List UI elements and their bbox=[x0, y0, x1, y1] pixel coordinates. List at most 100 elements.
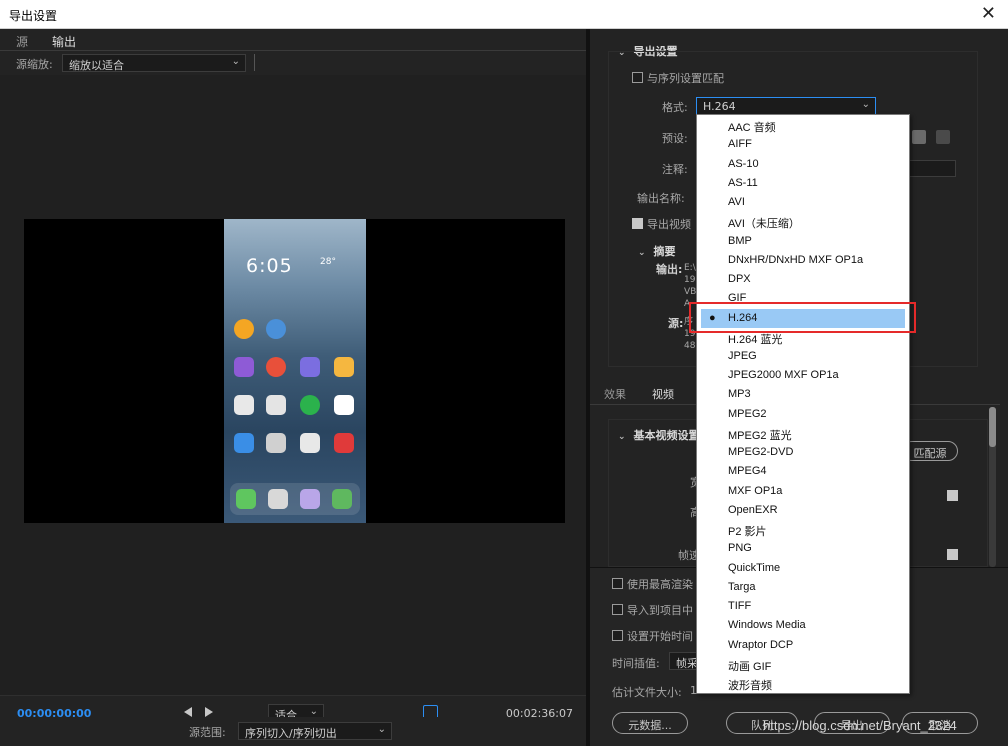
app-icon bbox=[266, 395, 286, 415]
delete-preset-icon[interactable] bbox=[936, 130, 950, 144]
frame-rate-checkbox[interactable] bbox=[947, 549, 958, 560]
time-interpolation-value: 帧采 bbox=[676, 657, 698, 670]
tab-effects[interactable]: 效果 bbox=[604, 386, 626, 402]
menu-item-openexr[interactable]: OpenEXR bbox=[698, 501, 908, 520]
app-icon bbox=[234, 319, 254, 339]
basic-video-header[interactable]: ⌄ 基本视频设置 bbox=[618, 427, 700, 443]
match-sequence-checkbox[interactable]: 与序列设置匹配 bbox=[632, 70, 724, 86]
close-icon[interactable]: ✕ bbox=[981, 3, 996, 24]
app-icon bbox=[234, 357, 254, 377]
menu-item-wraptor-dcp[interactable]: Wraptor DCP bbox=[698, 636, 908, 655]
app-icon bbox=[234, 433, 254, 453]
phone-screenshot-image: 6:05 28° bbox=[224, 219, 366, 523]
menu-item-as10[interactable]: AS-10 bbox=[698, 155, 908, 174]
menu-item-waveform-audio[interactable]: 波形音频 bbox=[698, 674, 908, 693]
source-scale-row: 源缩放: 缩放以适合 ⌄ bbox=[0, 51, 586, 75]
menu-item-jpeg2000[interactable]: JPEG2000 MXF OP1a bbox=[698, 366, 908, 385]
window-title: 导出设置 bbox=[9, 9, 58, 23]
menu-item-tiff[interactable]: TIFF bbox=[698, 597, 908, 616]
menu-item-mpeg2-dvd[interactable]: MPEG2-DVD bbox=[698, 443, 908, 462]
preset-label: 预设: bbox=[662, 132, 688, 145]
tab-video[interactable]: 视频 bbox=[652, 386, 674, 402]
menu-item-as11[interactable]: AS-11 bbox=[698, 174, 908, 193]
menu-item-animated-gif[interactable]: 动画 GIF bbox=[698, 655, 908, 674]
set-out-point-icon[interactable] bbox=[205, 707, 213, 717]
format-dropdown[interactable]: H.264 ⌄ bbox=[696, 97, 876, 115]
collapse-triangle-icon: ⌄ bbox=[638, 248, 646, 258]
menu-item-avi[interactable]: AVI bbox=[698, 193, 908, 212]
menu-item-dpx[interactable]: DPX bbox=[698, 270, 908, 289]
import-preset-icon[interactable] bbox=[912, 130, 926, 144]
summary-source-label: 源: bbox=[668, 317, 684, 330]
checkbox-checked[interactable] bbox=[632, 218, 643, 229]
preview-tabs: 源 输出 bbox=[0, 29, 586, 55]
phone-temperature: 28° bbox=[320, 257, 336, 267]
summary-header[interactable]: ⌄ 摘要 bbox=[638, 243, 676, 259]
menu-item-mpeg4[interactable]: MPEG4 bbox=[698, 462, 908, 481]
scrollbar[interactable] bbox=[989, 407, 996, 567]
menu-item-mpeg2[interactable]: MPEG2 bbox=[698, 405, 908, 424]
menu-item-windows-media[interactable]: Windows Media bbox=[698, 616, 908, 635]
summary-output-label: 输出: bbox=[656, 263, 683, 276]
match-sequence-label: 与序列设置匹配 bbox=[647, 72, 724, 85]
source-range-label: 源范围: bbox=[189, 726, 226, 739]
tab-source[interactable]: 源 bbox=[16, 33, 28, 50]
preview-frame: 6:05 28° bbox=[24, 219, 565, 523]
menu-item-p2[interactable]: P2 影片 bbox=[698, 520, 908, 539]
phone-clock: 6:05 bbox=[246, 255, 293, 277]
phone-icon bbox=[236, 489, 256, 509]
app-icon bbox=[300, 357, 320, 377]
app-icon bbox=[334, 433, 354, 453]
import-into-project-checkbox[interactable]: 导入到项目中 bbox=[612, 602, 693, 618]
collapse-triangle-icon: ⌄ bbox=[618, 432, 626, 442]
set-start-timecode-checkbox[interactable]: 设置开始时间 bbox=[612, 628, 693, 644]
export-video-checkbox[interactable]: 导出视频 bbox=[632, 216, 691, 232]
menu-item-png[interactable]: PNG bbox=[698, 539, 908, 558]
source-range-dropdown[interactable]: 序列切入/序列切出 ⌄ bbox=[238, 722, 392, 740]
chevron-down-icon: ⌄ bbox=[309, 706, 318, 717]
menu-item-mp3[interactable]: MP3 bbox=[698, 385, 908, 404]
chevron-down-icon: ⌄ bbox=[861, 99, 870, 110]
title-bar: 导出设置 ✕ bbox=[0, 0, 1008, 29]
import-into-project-label: 导入到项目中 bbox=[627, 604, 693, 617]
checkbox[interactable] bbox=[612, 578, 623, 589]
estimated-size-label: 估计文件大小: bbox=[612, 686, 682, 699]
format-value: H.264 bbox=[703, 100, 736, 113]
menu-item-quicktime[interactable]: QuickTime bbox=[698, 559, 908, 578]
menu-item-bmp[interactable]: BMP bbox=[698, 232, 908, 251]
menu-item-mxf[interactable]: MXF OP1a bbox=[698, 482, 908, 501]
metadata-button[interactable]: 元数据... bbox=[612, 712, 688, 734]
use-max-render-checkbox[interactable]: 使用最高渲染 bbox=[612, 576, 693, 592]
app-icon bbox=[266, 357, 286, 377]
checkbox[interactable] bbox=[612, 630, 623, 641]
menu-item-jpeg[interactable]: JPEG bbox=[698, 347, 908, 366]
comment-input[interactable] bbox=[908, 160, 956, 177]
app-icon bbox=[234, 395, 254, 415]
output-name-label: 输出名称: bbox=[637, 192, 685, 205]
app-icon bbox=[300, 433, 320, 453]
menu-item-aac[interactable]: AAC 音频 bbox=[698, 116, 908, 135]
checkbox[interactable] bbox=[612, 604, 623, 615]
menu-item-targa[interactable]: Targa bbox=[698, 578, 908, 597]
menu-item-aiff[interactable]: AIFF bbox=[698, 135, 908, 154]
preview-panel: 源 输出 源缩放: 缩放以适合 ⌄ 6:05 28° 00;00;00;00 适… bbox=[0, 29, 586, 746]
menu-item-avi-uncompressed[interactable]: AVI（未压缩） bbox=[698, 212, 908, 231]
menu-item-mpeg2-bluray[interactable]: MPEG2 蓝光 bbox=[698, 424, 908, 443]
comment-label: 注释: bbox=[662, 163, 688, 176]
phone-dock bbox=[230, 483, 360, 515]
match-source-button[interactable]: 匹配源 bbox=[902, 441, 958, 461]
source-range-row: 源范围: 序列切入/序列切出 ⌄ bbox=[0, 717, 586, 746]
app-icon bbox=[266, 433, 286, 453]
video-preview: 6:05 28° bbox=[0, 75, 586, 695]
checkbox[interactable] bbox=[632, 72, 643, 83]
basic-video-title: 基本视频设置 bbox=[633, 429, 700, 442]
lock-aspect-checkbox[interactable] bbox=[947, 490, 958, 501]
set-in-point-icon[interactable] bbox=[184, 707, 192, 717]
source-scale-dropdown[interactable]: 缩放以适合 ⌄ bbox=[62, 54, 246, 72]
format-dropdown-menu: AAC 音频 AIFF AS-10 AS-11 AVI AVI（未压缩） BMP… bbox=[696, 114, 910, 694]
tab-output[interactable]: 输出 bbox=[52, 33, 77, 55]
source-scale-label: 源缩放: bbox=[16, 58, 53, 71]
export-video-label: 导出视频 bbox=[647, 218, 691, 231]
menu-item-dnxhr[interactable]: DNxHR/DNxHD MXF OP1a bbox=[698, 251, 908, 270]
scrollbar-thumb[interactable] bbox=[989, 407, 996, 447]
